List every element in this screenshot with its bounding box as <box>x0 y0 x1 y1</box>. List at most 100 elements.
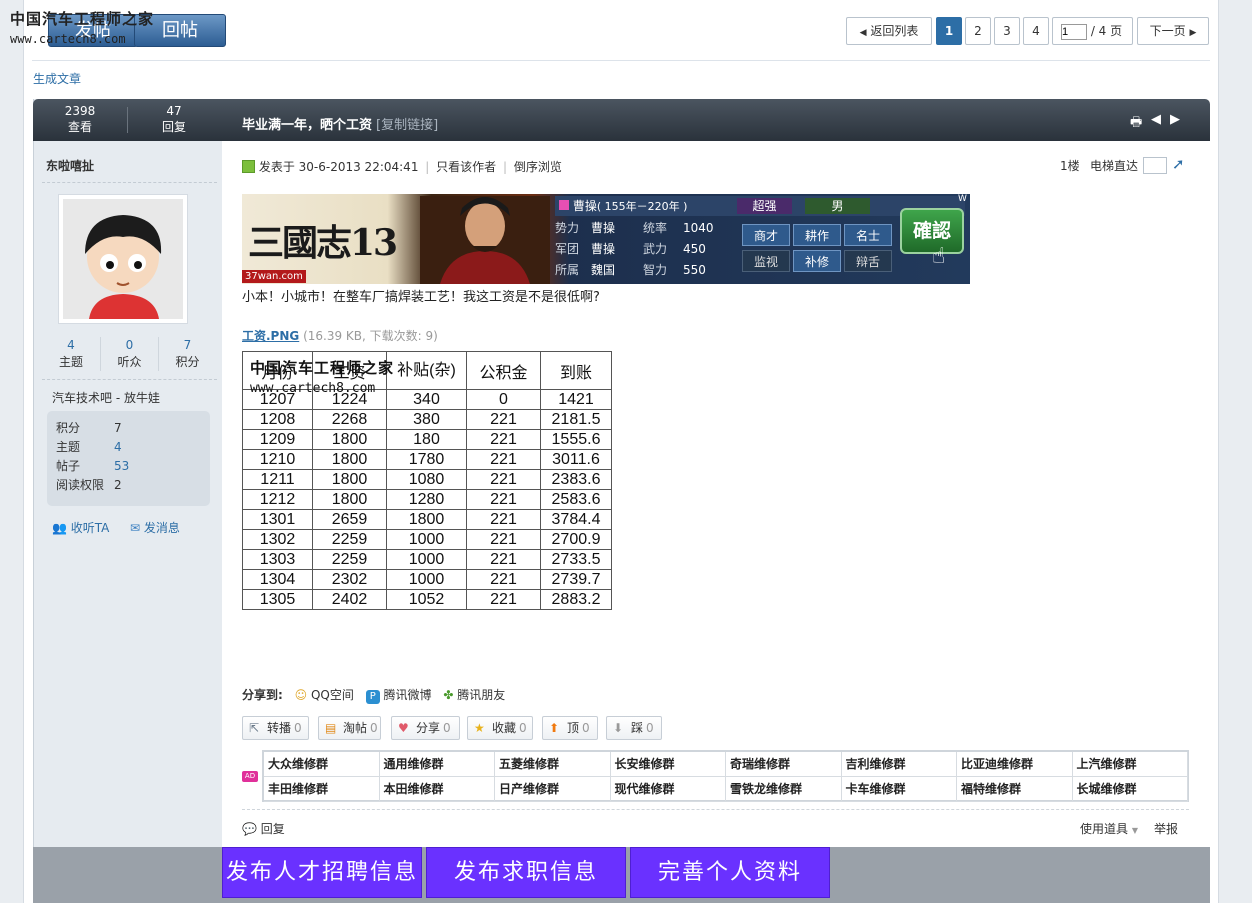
profile-row: 帖子 53 <box>56 459 130 473</box>
table-cell: 1780 <box>386 449 467 470</box>
upvote-button[interactable]: ⬆ 顶 0 <box>542 716 598 740</box>
repair-group-link[interactable]: 长城维修群 <box>1072 777 1188 802</box>
print-icon[interactable]: 🖶 <box>1130 113 1142 135</box>
reverse-order-link[interactable]: 倒序浏览 <box>514 160 562 174</box>
count-listeners[interactable]: 0 听众 <box>100 337 158 371</box>
table-cell: 221 <box>466 409 541 430</box>
attachment-link[interactable]: 工资.PNG <box>242 329 299 343</box>
table-cell: 2733.5 <box>540 549 612 570</box>
repair-group-link[interactable]: 比亚迪维修群 <box>957 752 1073 777</box>
table-cell: 221 <box>466 589 541 610</box>
collect-topic-button[interactable]: ▤ 淘帖 0 <box>318 716 381 740</box>
table-cell: 2583.6 <box>540 489 612 510</box>
elevator-input[interactable] <box>1143 157 1167 174</box>
table-cell: 1000 <box>386 569 467 590</box>
repair-group-link[interactable]: 丰田维修群 <box>264 777 380 802</box>
ad-brand: 37wan.com <box>242 270 306 283</box>
repair-group-link[interactable]: 上汽维修群 <box>1072 752 1188 777</box>
online-status-icon <box>242 160 255 173</box>
repair-group-link[interactable]: 福特维修群 <box>957 777 1073 802</box>
table-row: 1210 1800 1780 221 3011.6 <box>242 449 612 470</box>
repair-group-link[interactable]: 大众维修群 <box>264 752 380 777</box>
post-resume-button[interactable]: 发布求职信息 <box>426 847 626 898</box>
count-topics[interactable]: 4 主题 <box>42 337 100 371</box>
table-cell: 1304 <box>242 569 313 590</box>
page-link-3[interactable]: 3 <box>994 17 1020 45</box>
message-button[interactable]: ✉ 发消息 <box>130 519 180 536</box>
repair-group-link[interactable]: 雪铁龙维修群 <box>726 777 842 802</box>
game-ad-banner[interactable]: 三國志13 37wan.com 曹操( 155年－220年 ) 超强 男 势力曹… <box>242 194 970 284</box>
report-link[interactable]: 举报 <box>1154 820 1178 837</box>
floor-number: 1楼 <box>1060 159 1080 173</box>
chevron-down-icon: ▼ <box>1131 826 1138 835</box>
attachment-meta: (16.39 KB, 下载次数: 9) <box>303 329 438 343</box>
skill-button: 补修 <box>793 250 841 272</box>
author-name[interactable]: 东啦嘻扯 <box>46 157 94 174</box>
table-header-cell: 到账 <box>540 351 612 390</box>
jump-arrow-icon[interactable]: ➚ <box>1172 155 1185 173</box>
share-button[interactable]: ♥ 分享 0 <box>391 716 460 740</box>
page-jump: / 4 页 <box>1052 17 1133 45</box>
use-tools-dropdown[interactable]: 使用道具 ▼ <box>1080 820 1138 837</box>
repair-group-link[interactable]: 长安维修群 <box>610 752 726 777</box>
page-link-2[interactable]: 2 <box>965 17 991 45</box>
table-row: 1208 2268 380 221 2181.5 <box>242 409 612 430</box>
table-cell: 2259 <box>312 529 387 550</box>
repair-group-link[interactable]: 五菱维修群 <box>495 752 611 777</box>
repair-group-link[interactable]: 本田维修群 <box>379 777 495 802</box>
table-cell: 1305 <box>242 589 313 610</box>
repair-group-link[interactable]: 现代维修群 <box>610 777 726 802</box>
repost-button[interactable]: ⇱ 转播 0 <box>242 716 309 740</box>
share-qzone[interactable]: ☺ QQ空间 <box>295 688 354 702</box>
basket-icon: ▤ <box>325 721 337 735</box>
page-link-1[interactable]: 1 <box>936 17 962 45</box>
avatar[interactable] <box>58 194 188 324</box>
site-watermark-url: www.cartech8.com <box>10 32 126 46</box>
profile-row: 积分 7 <box>56 421 122 435</box>
copy-link-button[interactable]: [复制链接] <box>376 118 438 133</box>
next-page-button[interactable]: 下一页 ▶ <box>1137 17 1209 45</box>
page: 发帖 回帖 ◀ 返回列表 1 2 3 4 / 4 页 下一页 ▶ 生成文章 东啦… <box>23 0 1219 903</box>
repair-group-link[interactable]: 奇瑞维修群 <box>726 752 842 777</box>
table-row: 1303 2259 1000 221 2733.5 <box>242 549 612 570</box>
prev-thread-icon[interactable]: ◀ <box>1151 112 1161 127</box>
image-watermark: 中国汽车工程师之家 <box>250 359 395 377</box>
repair-group-link[interactable]: 卡车维修群 <box>841 777 957 802</box>
share-tencent-weibo[interactable]: P 腾讯微博 <box>365 688 432 704</box>
favorite-button[interactable]: ★ 收藏 0 <box>467 716 533 740</box>
thread-title: 毕业满一年，晒个工资 [复制链接] <box>242 118 439 133</box>
table-cell: 1800 <box>312 469 387 490</box>
page-link-4[interactable]: 4 <box>1023 17 1049 45</box>
table-cell: 1800 <box>312 489 387 510</box>
generate-article-link[interactable]: 生成文章 <box>33 70 81 87</box>
next-thread-icon[interactable]: ▶ <box>1170 112 1180 127</box>
back-to-list-button[interactable]: ◀ 返回列表 <box>846 17 932 45</box>
table-row: 1302 2259 1000 221 2700.9 <box>242 529 612 550</box>
follow-button[interactable]: 👥 收听TA <box>52 519 109 536</box>
downvote-button[interactable]: ⬇ 踩 0 <box>606 716 662 740</box>
table-cell: 2402 <box>312 589 387 610</box>
table-cell: 1211 <box>242 469 313 490</box>
skill-button: 商才 <box>742 224 790 246</box>
sidebar-divider <box>42 182 217 183</box>
repair-group-link[interactable]: 吉利维修群 <box>841 752 957 777</box>
repair-group-link[interactable]: 日产维修群 <box>495 777 611 802</box>
post-job-button[interactable]: 发布人才招聘信息 <box>222 847 422 898</box>
table-cell: 2181.5 <box>540 409 612 430</box>
complete-profile-button[interactable]: 完善个人资料 <box>630 847 830 898</box>
rank-badge: 超强 <box>737 198 792 214</box>
only-author-link[interactable]: 只看该作者 <box>436 160 496 174</box>
repair-group-links: 大众维修群 通用维修群 五菱维修群 长安维修群 奇瑞维修群 吉利维修群 比亚迪维修群 上汽维修… <box>262 750 1189 802</box>
count-points[interactable]: 7 积分 <box>158 337 216 371</box>
ad-corner: W <box>958 194 967 204</box>
share-tencent-friends[interactable]: ✤ 腾讯朋友 <box>443 688 505 702</box>
reply-link[interactable]: 💬 回复 <box>242 820 285 837</box>
table-cell: 1800 <box>386 509 467 530</box>
page-jump-input[interactable] <box>1061 23 1087 40</box>
table-row: 1305 2402 1052 221 2883.2 <box>242 589 612 610</box>
game-title: 三國志13 <box>248 222 398 264</box>
table-cell: 2383.6 <box>540 469 612 490</box>
repair-group-link[interactable]: 通用维修群 <box>379 752 495 777</box>
table-cell: 221 <box>466 489 541 510</box>
elevator-label: 电梯直达 <box>1090 159 1139 173</box>
